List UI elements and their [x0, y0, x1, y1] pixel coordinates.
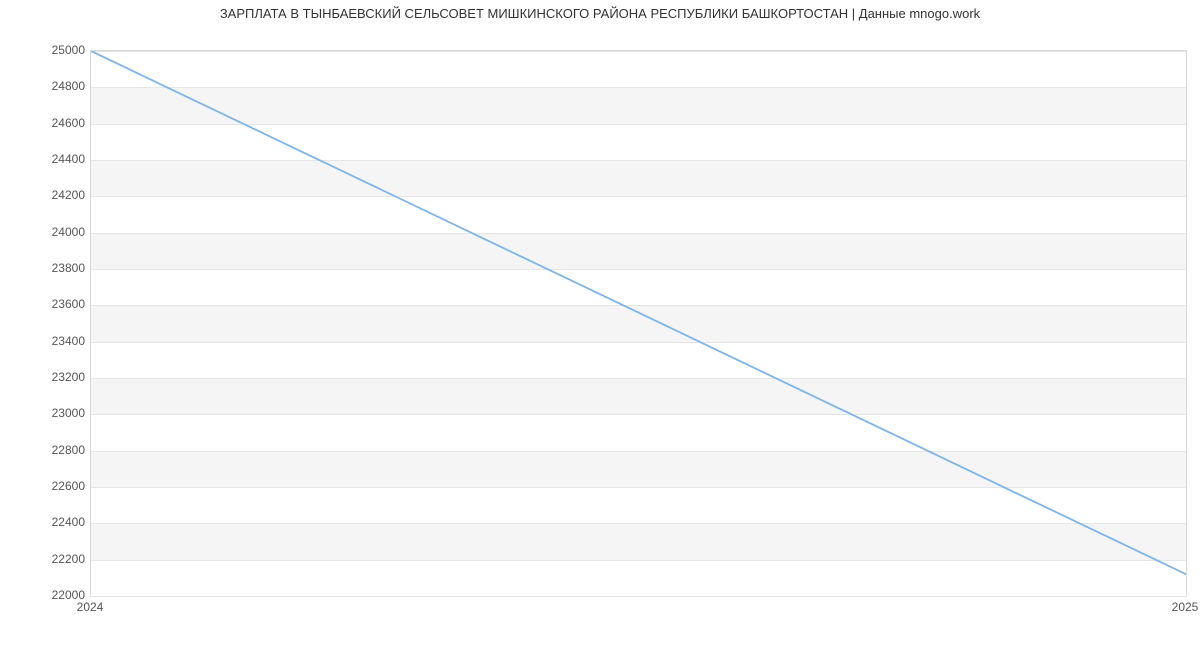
x-tick-label: 2024 [77, 600, 104, 614]
y-tick-label: 22200 [25, 552, 85, 566]
chart-title: ЗАРПЛАТА В ТЫНБАЕВСКИЙ СЕЛЬСОВЕТ МИШКИНС… [0, 6, 1200, 21]
y-tick-label: 23800 [25, 261, 85, 275]
series-line [91, 51, 1186, 574]
y-tick-label: 24400 [25, 152, 85, 166]
gridline [91, 596, 1186, 597]
y-tick-label: 22600 [25, 479, 85, 493]
y-tick-label: 23600 [25, 297, 85, 311]
y-tick-label: 22400 [25, 515, 85, 529]
y-tick-label: 25000 [25, 43, 85, 57]
y-tick-label: 24800 [25, 79, 85, 93]
x-tick-label: 2025 [1172, 600, 1199, 614]
plot-area [90, 50, 1187, 597]
y-tick-label: 24000 [25, 225, 85, 239]
chart-container: ЗАРПЛАТА В ТЫНБАЕВСКИЙ СЕЛЬСОВЕТ МИШКИНС… [0, 0, 1200, 650]
y-tick-label: 23200 [25, 370, 85, 384]
y-tick-label: 24600 [25, 116, 85, 130]
y-tick-label: 22800 [25, 443, 85, 457]
line-layer [91, 51, 1186, 596]
y-tick-label: 24200 [25, 188, 85, 202]
y-tick-label: 23400 [25, 334, 85, 348]
y-tick-label: 23000 [25, 406, 85, 420]
